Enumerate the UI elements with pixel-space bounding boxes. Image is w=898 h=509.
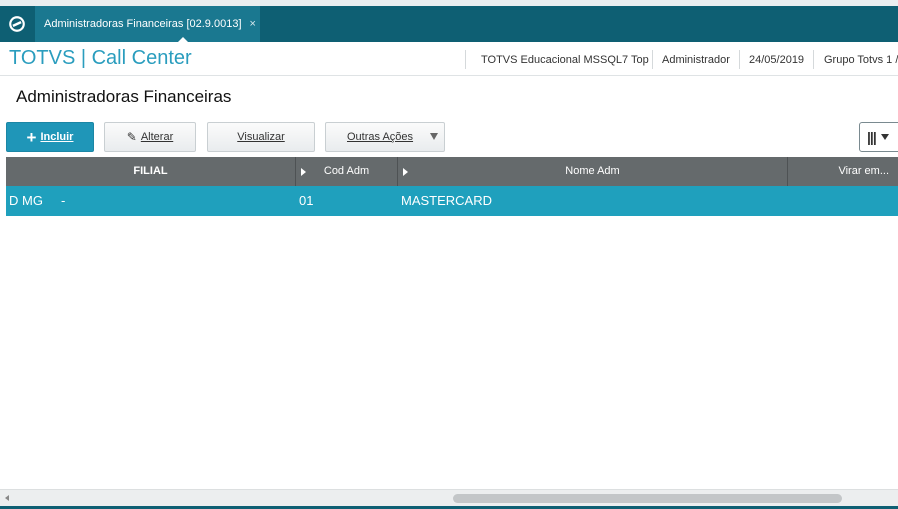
app-title: TOTVS | Call Center bbox=[9, 47, 192, 69]
header-divider bbox=[652, 50, 653, 69]
column-header-filial[interactable]: FILIAL bbox=[6, 157, 296, 186]
totvs-logo-icon[interactable] bbox=[0, 6, 34, 42]
columns-icon: ||| bbox=[867, 129, 877, 145]
incluir-label: Incluir bbox=[40, 131, 74, 143]
columns-button[interactable]: ||| bbox=[859, 122, 898, 152]
header-divider bbox=[465, 50, 466, 69]
column-header-label: Nome Adm bbox=[565, 165, 620, 177]
plus-icon: + bbox=[26, 127, 37, 147]
pencil-icon: ✎ bbox=[126, 130, 137, 144]
horizontal-scrollbar[interactable] bbox=[0, 489, 898, 506]
chevron-down-icon bbox=[430, 133, 438, 140]
scrollbar-thumb[interactable] bbox=[453, 494, 842, 503]
grid-header: FILIAL Cod Adm Nome Adm Virar em... bbox=[6, 157, 898, 186]
column-header-label: FILIAL bbox=[133, 165, 168, 177]
outras-acoes-label: Outras Ações bbox=[347, 131, 414, 143]
environment-label: TOTVS Educacional MSSQL7 Top bbox=[481, 54, 649, 66]
incluir-button[interactable]: + Incluir bbox=[6, 122, 94, 152]
page-title: Administradoras Financeiras bbox=[16, 87, 232, 106]
visualizar-label: Visualizar bbox=[237, 131, 285, 143]
close-icon[interactable]: × bbox=[250, 18, 256, 30]
cell-cod-adm: 01 bbox=[299, 193, 314, 208]
chevron-down-icon bbox=[880, 134, 889, 140]
alterar-label: Alterar bbox=[140, 131, 174, 143]
cell-filial: D MG bbox=[9, 193, 43, 208]
cell-nome-adm: MASTERCARD bbox=[401, 193, 493, 208]
visualizar-button[interactable]: Visualizar bbox=[207, 122, 315, 152]
header-divider bbox=[739, 50, 740, 69]
sort-icon bbox=[301, 168, 306, 176]
outras-acoes-button[interactable]: Outras Ações bbox=[325, 122, 445, 152]
header-divider bbox=[813, 50, 814, 69]
scroll-left-icon[interactable] bbox=[5, 495, 9, 501]
sort-icon bbox=[403, 168, 408, 176]
column-header-nome-adm[interactable]: Nome Adm bbox=[398, 157, 788, 186]
top-tab-bar: Administradoras Financeiras [02.9.0013] … bbox=[0, 0, 898, 43]
column-header-cod-adm[interactable]: Cod Adm bbox=[296, 157, 398, 186]
table-row[interactable]: D MG - 01 MASTERCARD bbox=[6, 186, 898, 216]
alterar-button[interactable]: ✎ Alterar bbox=[104, 122, 196, 152]
app-header: TOTVS | Call Center TOTVS Educacional MS… bbox=[0, 42, 898, 76]
column-header-virar-em[interactable]: Virar em... bbox=[788, 157, 898, 186]
user-label: Administrador bbox=[662, 54, 730, 66]
column-header-label: Cod Adm bbox=[323, 165, 370, 177]
tab-title: Administradoras Financeiras [02.9.0013] bbox=[44, 18, 242, 30]
date-label: 24/05/2019 bbox=[749, 54, 805, 66]
company-label: Grupo Totvs 1 / bbox=[824, 54, 898, 66]
tab-administradoras-financeiras[interactable]: Administradoras Financeiras [02.9.0013] … bbox=[35, 6, 260, 43]
column-header-label: Virar em... bbox=[838, 165, 889, 177]
cell-filial-desc: - bbox=[61, 193, 66, 208]
